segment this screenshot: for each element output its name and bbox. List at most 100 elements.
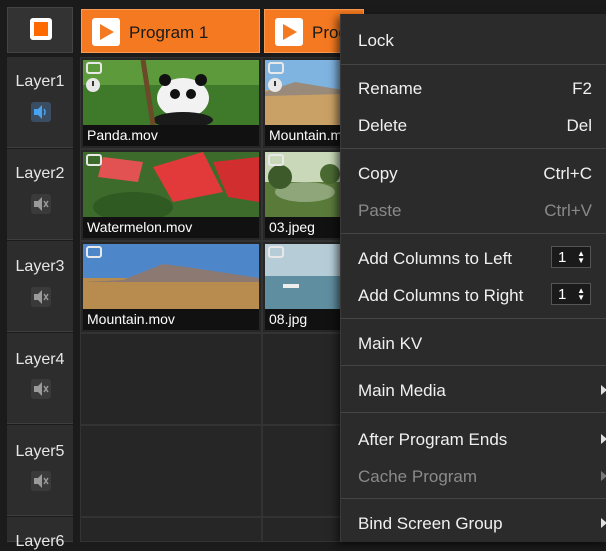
spinner-arrows-icon[interactable]: ▲ ▼ (577, 250, 585, 265)
menu-item-main-kv[interactable]: Main KV (341, 327, 606, 359)
menu-item-copy[interactable]: Copy Ctrl+C (341, 157, 606, 189)
clip-landscape[interactable]: 03.jpeg (265, 152, 343, 238)
loop-icon (268, 154, 284, 166)
mute-icon (34, 197, 49, 211)
loop-icon (86, 154, 102, 166)
chevron-right-icon (601, 385, 606, 395)
grid-cell[interactable]: Mountain.mov (80, 241, 262, 333)
menu-item-rename[interactable]: Rename F2 (341, 72, 606, 104)
menu-item-label: Add Columns to Left (358, 249, 513, 268)
menu-item-label: Copy (358, 164, 398, 183)
mute-icon (34, 474, 49, 488)
menu-item-after-program-ends[interactable]: After Program Ends (341, 423, 606, 455)
spinner-value: 1 (558, 249, 567, 266)
grid-cell[interactable]: Mountain.mov (262, 57, 343, 149)
loop-icon (268, 62, 284, 74)
clock-icon (86, 78, 100, 92)
menu-item-delete[interactable]: Delete Del (341, 109, 606, 141)
grid-cell[interactable] (80, 425, 262, 517)
chevron-right-icon (601, 518, 606, 528)
columns-right-spinner[interactable]: 1 ▲ ▼ (551, 283, 591, 305)
layer-header-3[interactable]: Layer3 (7, 241, 73, 332)
mute-button[interactable] (31, 379, 51, 399)
grid-cell[interactable] (262, 517, 342, 542)
menu-item-shortcut: Ctrl+V (544, 201, 592, 220)
layer-label: Layer5 (15, 443, 65, 460)
grid-cell[interactable]: Panda.mov (80, 57, 262, 149)
layer-header-2[interactable]: Layer2 (7, 149, 73, 240)
menu-item-shortcut: Ctrl+C (543, 164, 592, 183)
clock-icon (268, 78, 282, 92)
stop-button[interactable] (30, 18, 52, 40)
clip-name: 03.jpeg (269, 219, 315, 235)
menu-item-label: Main KV (358, 334, 423, 353)
play-button[interactable] (275, 18, 303, 46)
play-button[interactable] (92, 18, 120, 46)
clip-name: Panda.mov (87, 127, 158, 143)
context-menu: Lock Rename F2 Delete Del Copy Ctrl+C Pa… (340, 14, 606, 542)
menu-item-label: Rename (358, 79, 423, 98)
menu-item-label: Cache Program (358, 467, 478, 486)
menu-item-main-media[interactable]: Main Media (341, 374, 606, 406)
loop-icon (268, 246, 284, 258)
menu-item-label: Delete (358, 116, 408, 135)
clip-name: Mountain.mov (87, 311, 175, 327)
menu-separator (341, 412, 606, 413)
grid-cell[interactable]: 08.jpg (262, 241, 343, 333)
clip-name: 08.jpg (269, 311, 308, 327)
menu-separator (341, 148, 606, 149)
mute-button[interactable] (31, 194, 51, 214)
grid-cell[interactable] (262, 425, 342, 517)
grid-cell[interactable] (262, 333, 342, 425)
clip-panda[interactable]: Panda.mov (83, 60, 259, 146)
program-tab-1[interactable]: Program 1 (81, 9, 260, 53)
menu-separator (341, 64, 606, 65)
spinner-arrows-icon[interactable]: ▲ ▼ (577, 287, 585, 302)
grid-cell[interactable] (80, 333, 262, 425)
header-corner (7, 7, 73, 53)
menu-item-label: Lock (358, 31, 394, 50)
layer-label: Layer1 (15, 73, 65, 90)
clip-name: Watermelon.mov (87, 219, 193, 235)
clip-thumbnail (83, 152, 259, 217)
grid-cell[interactable]: 03.jpeg (262, 149, 343, 241)
clip-thumbnail (83, 244, 259, 309)
menu-item-shortcut: Del (566, 116, 592, 135)
grid-cell[interactable]: Watermelon.mov (80, 149, 262, 241)
menu-item-lock[interactable]: Lock (341, 24, 606, 56)
clip-desert[interactable]: Mountain.mov (265, 60, 343, 146)
menu-item-label: After Program Ends (358, 430, 508, 449)
layer-label: Layer2 (15, 165, 65, 182)
clip-mountain[interactable]: Mountain.mov (83, 244, 259, 330)
mute-icon (34, 290, 49, 304)
layer-header-5[interactable]: Layer5 (7, 425, 73, 516)
stop-icon (34, 22, 48, 36)
play-icon (100, 24, 114, 40)
layer-header-4[interactable]: Layer4 (7, 333, 73, 424)
clip-thumbnail (83, 60, 259, 125)
mute-button[interactable] (31, 287, 51, 307)
clip-sea[interactable]: 08.jpg (265, 244, 343, 330)
mute-icon (34, 382, 49, 396)
menu-item-add-columns-right[interactable]: Add Columns to Right 1 ▲ ▼ (341, 279, 606, 311)
play-icon (283, 24, 297, 40)
menu-item-bind-screen-group[interactable]: Bind Screen Group (341, 507, 606, 539)
clip-watermelon[interactable]: Watermelon.mov (83, 152, 259, 238)
grid-cell[interactable] (80, 517, 262, 542)
layer-label: Layer6 (15, 533, 65, 550)
chevron-right-icon (601, 434, 606, 444)
menu-separator (341, 365, 606, 366)
mute-button[interactable] (31, 471, 51, 491)
chevron-right-icon (601, 471, 606, 481)
loop-icon (86, 62, 102, 74)
menu-item-add-columns-left[interactable]: Add Columns to Left 1 ▲ ▼ (341, 242, 606, 274)
menu-item-label: Paste (358, 201, 402, 220)
menu-separator (341, 498, 606, 499)
layer-header-1[interactable]: Layer1 (7, 57, 73, 148)
menu-item-label: Bind Screen Group (358, 514, 503, 533)
volume-icon (34, 105, 46, 119)
layer-label: Layer4 (15, 351, 65, 368)
volume-button[interactable] (31, 102, 51, 122)
columns-left-spinner[interactable]: 1 ▲ ▼ (551, 246, 591, 268)
layer-header-6[interactable]: Layer6 (7, 517, 73, 550)
